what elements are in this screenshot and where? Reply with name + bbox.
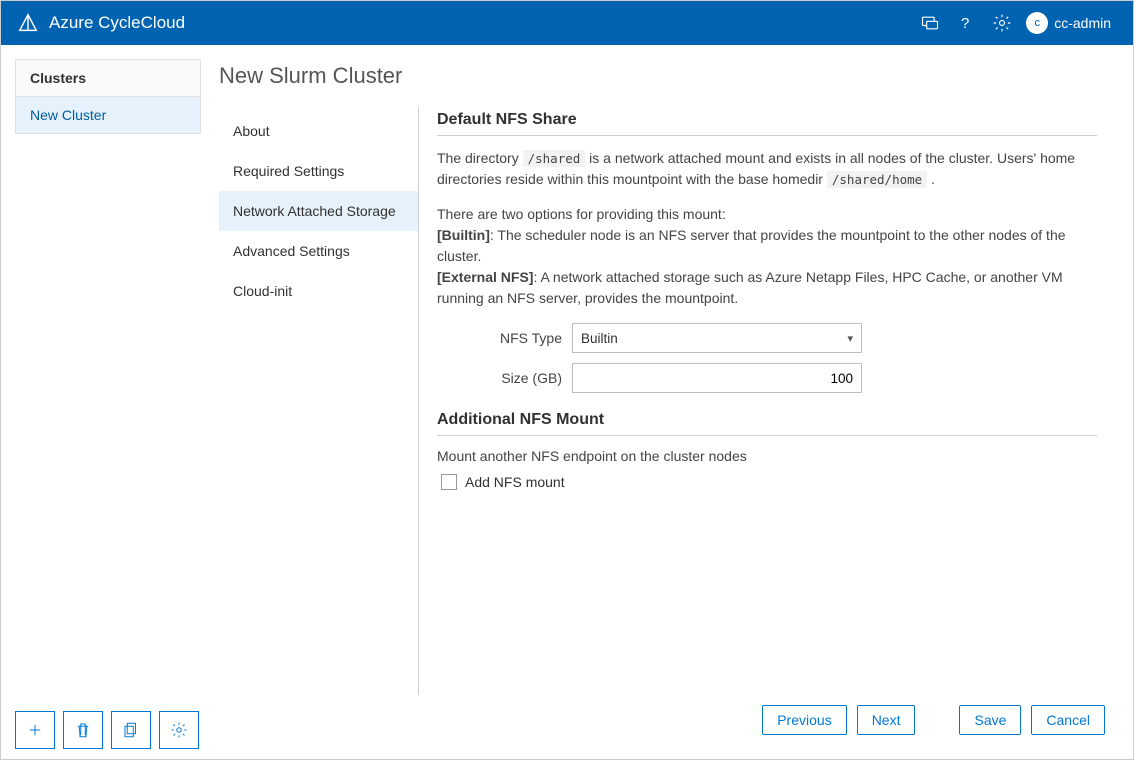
wizard-footer: Previous Next Save Cancel — [219, 695, 1105, 745]
nfs-size-label: Size (GB) — [437, 370, 562, 386]
nfs-size-input[interactable] — [572, 363, 862, 393]
code-shared-home: /shared/home — [827, 171, 927, 188]
sidebar: Clusters New Cluster — [1, 45, 201, 759]
tab-network-attached-storage[interactable]: Network Attached Storage — [219, 191, 418, 231]
tab-required-settings[interactable]: Required Settings — [219, 151, 418, 191]
copy-button[interactable] — [111, 711, 151, 749]
help-icon[interactable]: ? — [948, 5, 984, 41]
nfs-type-row: NFS Type Builtin — [437, 323, 1097, 353]
nfs-size-row: Size (GB) — [437, 363, 1097, 393]
user-menu[interactable]: c cc-admin — [1020, 5, 1117, 41]
code-shared: /shared — [523, 150, 586, 167]
feedback-icon[interactable] — [912, 5, 948, 41]
page-title: New Slurm Cluster — [219, 63, 1105, 89]
next-button[interactable]: Next — [857, 705, 916, 735]
avatar-icon: c — [1026, 12, 1048, 34]
section-title-default-nfs: Default NFS Share — [437, 111, 1097, 136]
save-button[interactable]: Save — [959, 705, 1021, 735]
top-bar: Azure CycleCloud ? c cc-admin — [1, 1, 1133, 45]
cancel-button[interactable]: Cancel — [1031, 705, 1105, 735]
add-button[interactable] — [15, 711, 55, 749]
sidebar-item-label: New Cluster — [30, 107, 106, 123]
app-title: Azure CycleCloud — [49, 13, 185, 33]
add-nfs-mount-label: Add NFS mount — [465, 474, 565, 490]
nfs-description: The directory /shared is a network attac… — [437, 148, 1097, 190]
nfs-type-label: NFS Type — [437, 330, 562, 346]
nfs-type-select[interactable]: Builtin — [572, 323, 862, 353]
additional-nfs-desc: Mount another NFS endpoint on the cluste… — [437, 448, 1097, 464]
sidebar-item-new-cluster[interactable]: New Cluster — [16, 97, 200, 133]
username-label: cc-admin — [1054, 15, 1111, 31]
tab-advanced-settings[interactable]: Advanced Settings — [219, 231, 418, 271]
add-nfs-mount-row: Add NFS mount — [441, 474, 1097, 490]
add-nfs-mount-checkbox[interactable] — [441, 474, 457, 490]
delete-button[interactable] — [63, 711, 103, 749]
sidebar-actions — [15, 711, 201, 749]
settings-button[interactable] — [159, 711, 199, 749]
previous-button[interactable]: Previous — [762, 705, 846, 735]
tab-about[interactable]: About — [219, 111, 418, 151]
sidebar-header: Clusters — [16, 60, 200, 97]
settings-icon[interactable] — [984, 5, 1020, 41]
section-title-additional-nfs: Additional NFS Mount — [437, 411, 1097, 436]
wizard-tabs: About Required Settings Network Attached… — [219, 107, 419, 695]
nfs-options-description: There are two options for providing this… — [437, 204, 1097, 309]
svg-text:?: ? — [961, 15, 969, 32]
content-area: New Slurm Cluster About Required Setting… — [201, 45, 1133, 759]
wizard-body: Default NFS Share The directory /shared … — [419, 107, 1105, 695]
app-logo-icon — [17, 12, 39, 34]
tab-cloud-init[interactable]: Cloud-init — [219, 271, 418, 311]
